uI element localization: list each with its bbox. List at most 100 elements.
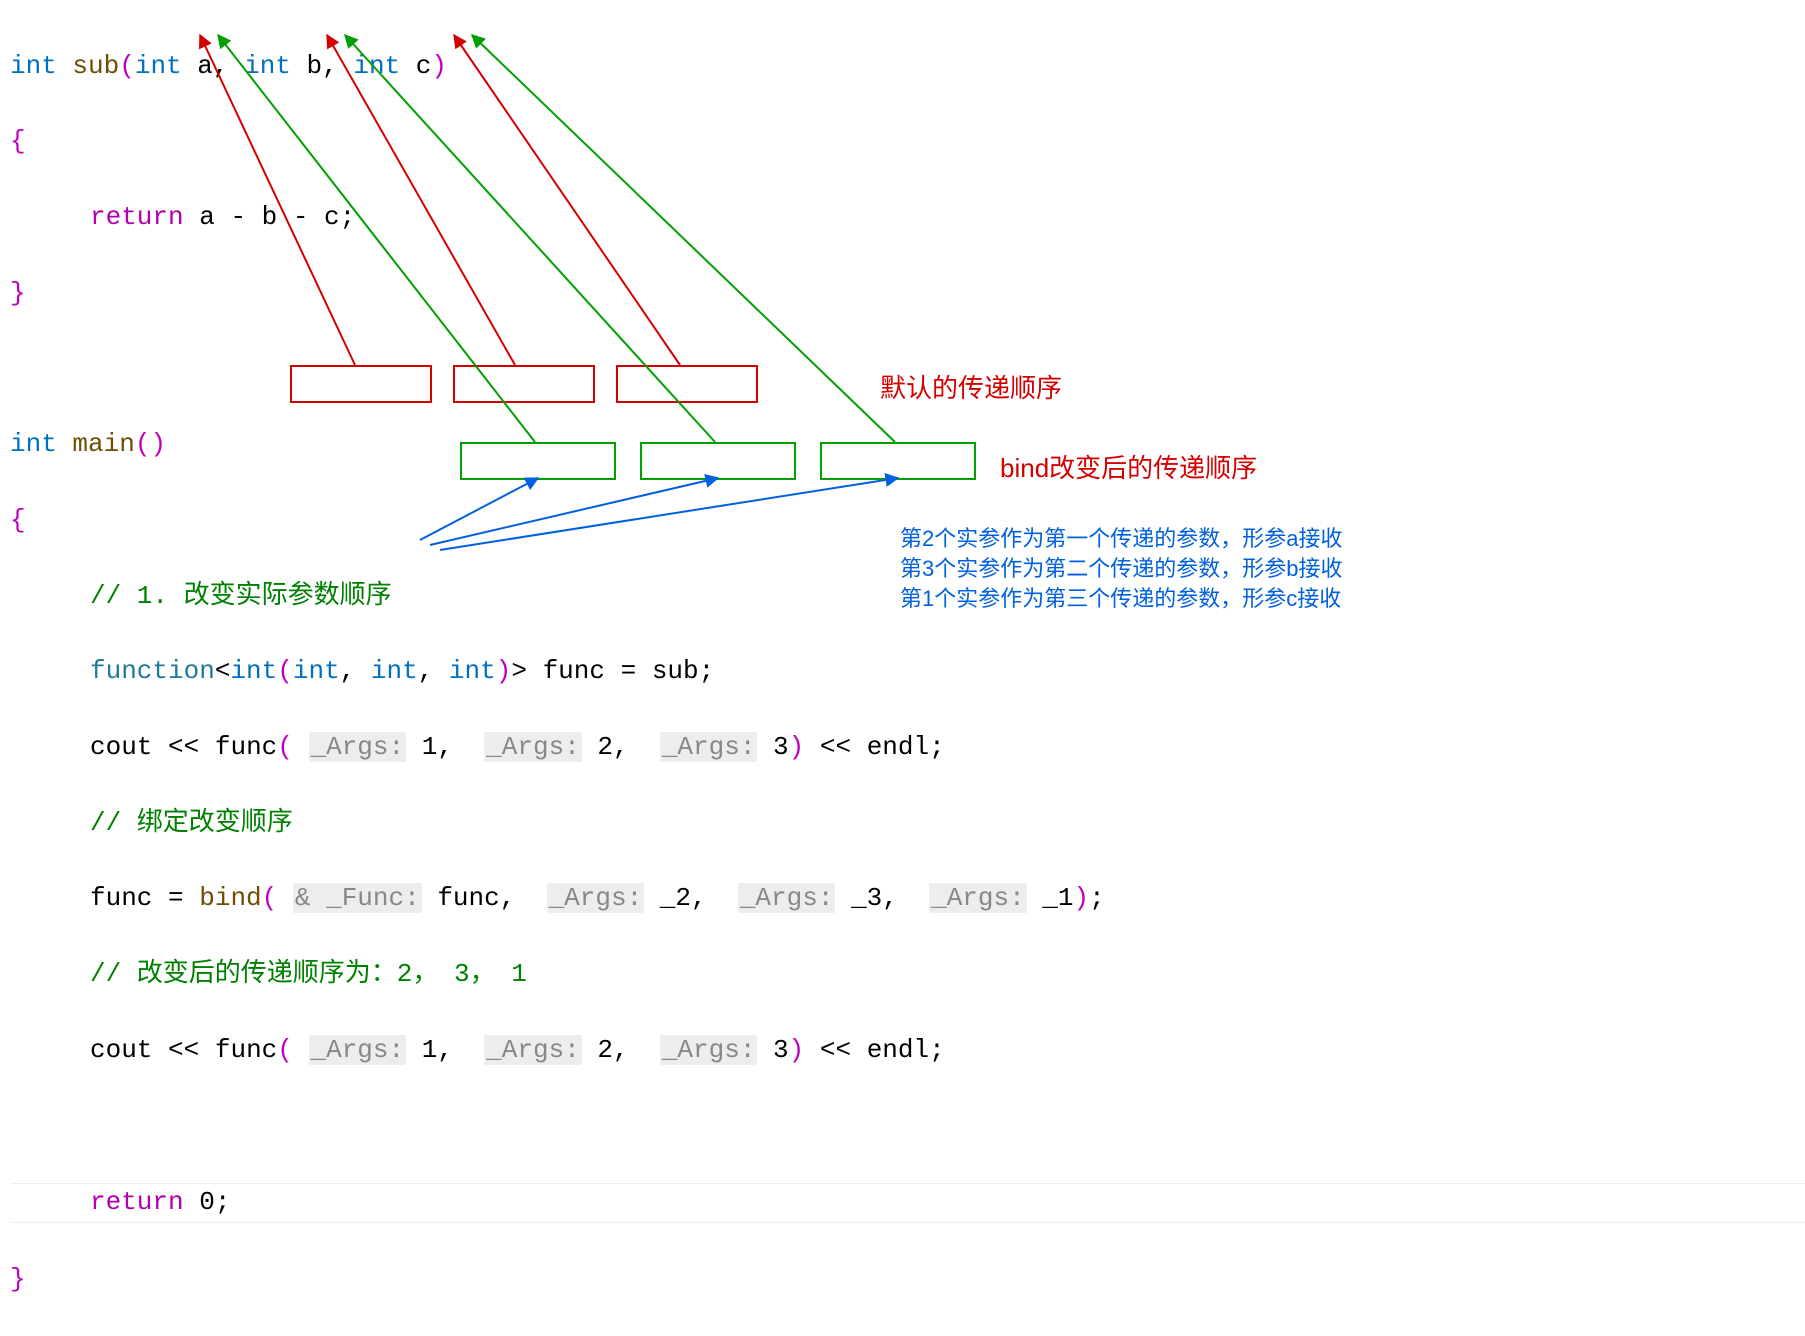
brace-close: }: [10, 278, 26, 308]
placeholder-3: _3: [851, 883, 882, 913]
keyword-int: int: [371, 656, 418, 686]
line-14: cout << func( _Args: 1, _Args: 2, _Args:…: [10, 1032, 1805, 1070]
brace-open: {: [10, 126, 26, 156]
param-a: a: [197, 51, 213, 81]
function-tmpl: function: [90, 656, 215, 686]
paren-open: (: [277, 656, 293, 686]
angle-open: <: [215, 656, 231, 686]
hint-args: _Args:: [484, 1035, 582, 1065]
fn-bind: bind: [199, 883, 261, 913]
anno-note1: 第2个实参作为第一个传递的参数，形参a接收: [900, 525, 1342, 554]
line-17: }: [10, 1261, 1805, 1299]
comment-3: // 改变后的传递顺序为：2， 3， 1: [90, 959, 527, 989]
box-arg2-red: [453, 365, 595, 403]
paren-close: ): [431, 51, 447, 81]
arg-func: func: [437, 883, 499, 913]
hint-args: _Args:: [738, 883, 836, 913]
angle-close: >: [511, 656, 527, 686]
comment-1: // 1. 改变实际参数顺序: [90, 581, 392, 611]
line-10: cout << func( _Args: 1, _Args: 2, _Args:…: [10, 729, 1805, 767]
code-block: int sub(int a, int b, int c) { return a …: [10, 10, 1805, 1336]
var-func: func: [543, 656, 605, 686]
paren-close: ): [150, 429, 166, 459]
line-11: // 绑定改变顺序: [10, 805, 1805, 843]
op-ins: <<: [820, 732, 851, 762]
keyword-return: return: [90, 202, 184, 232]
hint-args: _Args:: [547, 883, 645, 913]
brace-open: {: [10, 505, 26, 535]
paren-open: (: [119, 51, 135, 81]
keyword-int: int: [244, 51, 291, 81]
fn-main: main: [72, 429, 134, 459]
zero: 0;: [199, 1187, 230, 1217]
keyword-int: int: [135, 51, 182, 81]
paren-close: ): [1074, 883, 1090, 913]
cout: cout: [90, 732, 152, 762]
placeholder-2: _2: [660, 883, 691, 913]
hint-args: _Args:: [660, 1035, 758, 1065]
paren-open: (: [277, 732, 293, 762]
anno-default-order: 默认的传递顺序: [880, 370, 1062, 408]
hint-args: _Args:: [309, 1035, 407, 1065]
line-2: {: [10, 123, 1805, 161]
arg-3: 3: [773, 1035, 789, 1065]
endl: endl;: [867, 1035, 945, 1065]
keyword-int: int: [449, 656, 496, 686]
hint-args: _Args:: [929, 883, 1027, 913]
hint-args: _Args:: [309, 732, 407, 762]
param-c: c: [416, 51, 432, 81]
param-b: b: [307, 51, 323, 81]
op-ins: <<: [168, 732, 199, 762]
anno-note2: 第3个实参作为第二个传递的参数，形参b接收: [900, 555, 1342, 584]
box-arg1-red: [290, 365, 432, 403]
box-placeholder1-green: [820, 442, 976, 480]
line-15: [10, 1107, 1805, 1145]
paren-open: (: [277, 1035, 293, 1065]
line-4: }: [10, 275, 1805, 313]
op-eq: =: [168, 883, 184, 913]
keyword-int: int: [10, 51, 57, 81]
keyword-int: int: [353, 51, 400, 81]
endl: endl;: [867, 732, 945, 762]
op-eq: =: [621, 656, 637, 686]
var-func: func: [90, 883, 152, 913]
paren-open: (: [135, 429, 151, 459]
cout: cout: [90, 1035, 152, 1065]
arg-2: 2: [597, 732, 613, 762]
ref-sub: sub: [652, 656, 699, 686]
paren-open: (: [262, 883, 278, 913]
fn-sub: sub: [72, 51, 119, 81]
hint-func: & _Func:: [293, 883, 422, 913]
call-func: func: [215, 732, 277, 762]
comment-2: // 绑定改变顺序: [90, 808, 293, 838]
box-arg3-red: [616, 365, 758, 403]
op-ins: <<: [168, 1035, 199, 1065]
paren-close: ): [789, 732, 805, 762]
box-placeholder2-green: [460, 442, 616, 480]
anno-bind-order: bind改变后的传递顺序: [1000, 450, 1257, 488]
paren-close: ): [496, 656, 512, 686]
brace-close: }: [10, 1264, 26, 1294]
line-16: return 0;: [10, 1183, 1805, 1223]
call-func: func: [215, 1035, 277, 1065]
line-9: function<int(int, int, int)> func = sub;: [10, 653, 1805, 691]
hint-args: _Args:: [484, 732, 582, 762]
line-1: int sub(int a, int b, int c): [10, 48, 1805, 86]
keyword-return: return: [90, 1187, 184, 1217]
arg-1: 1: [422, 732, 438, 762]
keyword-int: int: [293, 656, 340, 686]
arg-1: 1: [422, 1035, 438, 1065]
arg-2: 2: [597, 1035, 613, 1065]
expr-sub: a - b - c;: [199, 202, 355, 232]
paren-close: ): [789, 1035, 805, 1065]
op-ins: <<: [820, 1035, 851, 1065]
keyword-int: int: [230, 656, 277, 686]
hint-args: _Args:: [660, 732, 758, 762]
line-13: // 改变后的传递顺序为：2， 3， 1: [10, 956, 1805, 994]
keyword-int: int: [10, 429, 57, 459]
arg-3: 3: [773, 732, 789, 762]
box-placeholder3-green: [640, 442, 796, 480]
line-12: func = bind( & _Func: func, _Args: _2, _…: [10, 880, 1805, 918]
anno-note3: 第1个实参作为第三个传递的参数，形参c接收: [900, 585, 1341, 614]
line-3: return a - b - c;: [10, 199, 1805, 237]
